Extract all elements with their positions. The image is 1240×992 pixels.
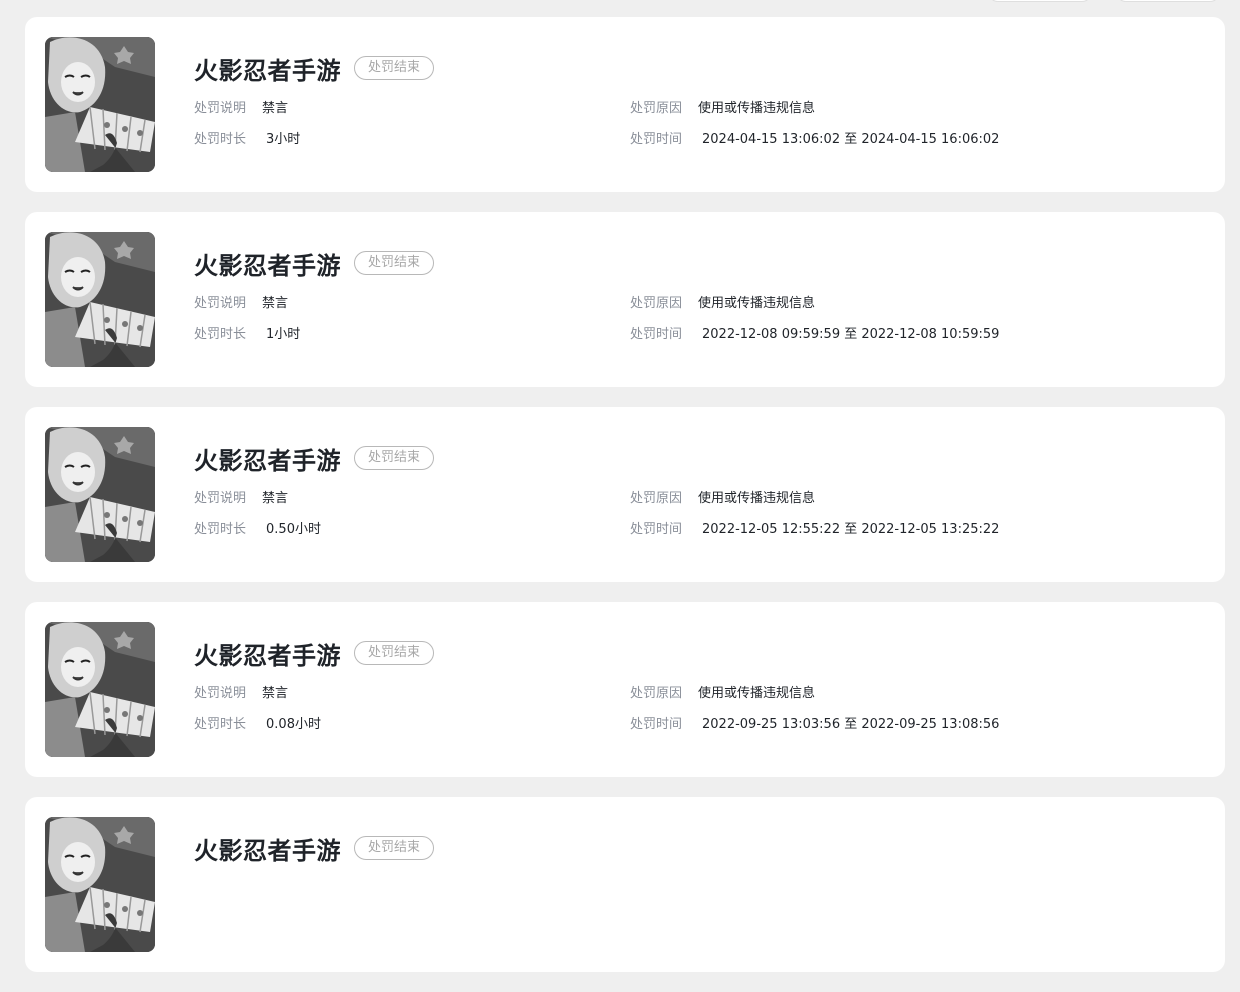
punishment-reason-label: 处罚原因 <box>630 685 683 701</box>
punishment-reason-label: 处罚原因 <box>630 100 683 116</box>
punishment-desc-label: 处罚说明 <box>194 295 247 311</box>
punishment-desc-label: 处罚说明 <box>194 685 247 701</box>
punishment-desc-value: 禁言 <box>262 490 289 506</box>
punishment-time-row: 处罚时间 2024-04-15 13:06:02 至 2024-04-15 16… <box>630 128 1000 147</box>
status-badge: 处罚结束 <box>354 446 435 470</box>
punishment-time-label: 处罚时间 <box>630 131 683 147</box>
punishment-reason-row: 处罚原因 使用或传播违规信息 <box>630 487 816 506</box>
punishment-duration-value: 0.50小时 <box>266 521 321 537</box>
punishment-duration-row: 处罚时长 3小时 <box>194 128 301 147</box>
status-badge: 处罚结束 <box>354 836 435 860</box>
punishment-reason-value: 使用或传播违规信息 <box>698 100 816 116</box>
punishment-time-value: 2022-12-08 09:59:59 至 2022-12-08 10:59:5… <box>702 326 1000 342</box>
punishment-time-row: 处罚时间 2022-12-05 12:55:22 至 2022-12-05 13… <box>630 518 1000 537</box>
punishment-time-label: 处罚时间 <box>630 716 683 732</box>
punishment-desc-row: 处罚说明 禁言 <box>194 292 289 311</box>
punishment-time-value: 2022-12-05 12:55:22 至 2022-12-05 13:25:2… <box>702 521 1000 537</box>
punishment-time-value: 2022-09-25 13:03:56 至 2022-09-25 13:08:5… <box>702 716 1000 732</box>
status-badge: 处罚结束 <box>354 641 435 665</box>
punishment-reason-value: 使用或传播违规信息 <box>698 295 816 311</box>
punishment-duration-row: 处罚时长 0.08小时 <box>194 713 321 732</box>
punishment-desc-row: 处罚说明 禁言 <box>194 682 289 701</box>
punishment-desc-row: 处罚说明 禁言 <box>194 487 289 506</box>
punishment-duration-row: 处罚时长 0.50小时 <box>194 518 321 537</box>
punishment-duration-label: 处罚时长 <box>194 716 247 732</box>
punishment-reason-row: 处罚原因 使用或传播违规信息 <box>630 97 816 116</box>
top-filter-button-1[interactable] <box>988 0 1092 2</box>
top-filter-button-2[interactable] <box>1116 0 1220 2</box>
punishment-duration-label: 处罚时长 <box>194 521 247 537</box>
punishment-reason-value: 使用或传播违规信息 <box>698 685 816 701</box>
punishment-reason-label: 处罚原因 <box>630 490 683 506</box>
punishment-time-label: 处罚时间 <box>630 326 683 342</box>
punishment-time-label: 处罚时间 <box>630 521 683 537</box>
game-avatar-icon <box>45 817 155 952</box>
game-title: 火影忍者手游 <box>194 251 341 280</box>
game-title: 火影忍者手游 <box>194 641 341 670</box>
game-title: 火影忍者手游 <box>194 446 341 475</box>
punishment-duration-value: 1小时 <box>266 326 301 342</box>
punishment-record-card: 火影忍者手游 处罚结束 处罚说明 禁言 处罚时长 0.08小时 处罚原因 使用或… <box>25 602 1225 777</box>
game-avatar-icon <box>45 427 155 562</box>
punishment-record-card: 火影忍者手游 处罚结束 处罚说明 禁言 处罚时长 1小时 处罚原因 使用或传播违… <box>25 212 1225 387</box>
punishment-reason-row: 处罚原因 使用或传播违规信息 <box>630 292 816 311</box>
punishment-desc-value: 禁言 <box>262 100 289 116</box>
game-title: 火影忍者手游 <box>194 836 341 865</box>
punishment-time-row: 处罚时间 2022-09-25 13:03:56 至 2022-09-25 13… <box>630 713 1000 732</box>
punishment-reason-row: 处罚原因 使用或传播违规信息 <box>630 682 816 701</box>
game-avatar-icon <box>45 622 155 757</box>
game-avatar-icon <box>45 37 155 172</box>
punishment-reason-label: 处罚原因 <box>630 295 683 311</box>
punishment-duration-value: 0.08小时 <box>266 716 321 732</box>
punishment-desc-value: 禁言 <box>262 685 289 701</box>
punishment-desc-label: 处罚说明 <box>194 490 247 506</box>
punishment-time-value: 2024-04-15 13:06:02 至 2024-04-15 16:06:0… <box>702 131 1000 147</box>
punishment-record-card: 火影忍者手游 处罚结束 <box>25 797 1225 972</box>
game-avatar-icon <box>45 232 155 367</box>
punishment-reason-value: 使用或传播违规信息 <box>698 490 816 506</box>
punishment-record-card: 火影忍者手游 处罚结束 处罚说明 禁言 处罚时长 0.50小时 处罚原因 使用或… <box>25 407 1225 582</box>
punishment-record-card: 火影忍者手游 处罚结束 处罚说明 禁言 处罚时长 3小时 处罚原因 使用或传播违… <box>25 17 1225 192</box>
punishment-duration-label: 处罚时长 <box>194 131 247 147</box>
punishment-desc-row: 处罚说明 禁言 <box>194 97 289 116</box>
punishment-record-list: 火影忍者手游 处罚结束 处罚说明 禁言 处罚时长 3小时 处罚原因 使用或传播违… <box>25 17 1225 992</box>
punishment-duration-label: 处罚时长 <box>194 326 247 342</box>
punishment-desc-value: 禁言 <box>262 295 289 311</box>
game-title: 火影忍者手游 <box>194 56 341 85</box>
punishment-duration-value: 3小时 <box>266 131 301 147</box>
punishment-desc-label: 处罚说明 <box>194 100 247 116</box>
punishment-duration-row: 处罚时长 1小时 <box>194 323 301 342</box>
punishment-time-row: 处罚时间 2022-12-08 09:59:59 至 2022-12-08 10… <box>630 323 1000 342</box>
status-badge: 处罚结束 <box>354 251 435 275</box>
status-badge: 处罚结束 <box>354 56 435 80</box>
